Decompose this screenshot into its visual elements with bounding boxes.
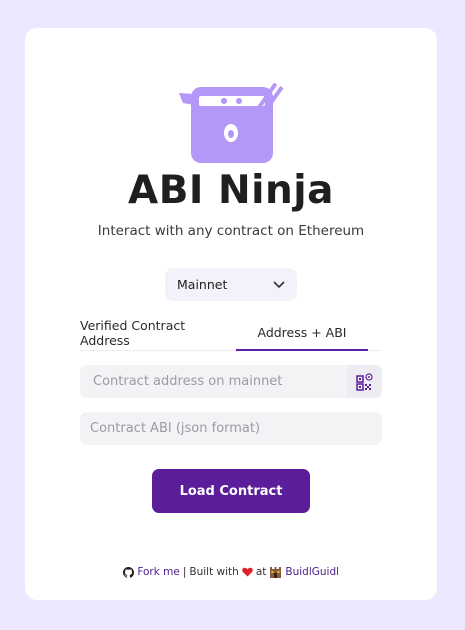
tab-address-abi[interactable]: Address + ABI — [236, 316, 368, 351]
buidlguidl-link[interactable]: BuidlGuidl — [285, 566, 339, 578]
app-title: ABI Ninja — [128, 168, 334, 213]
chevron-down-icon — [273, 280, 285, 288]
app-subtitle: Interact with any contract on Ethereum — [97, 223, 365, 239]
castle-icon — [270, 567, 282, 578]
built-with-text: Built with — [189, 566, 239, 578]
fork-me-label: Fork me — [137, 566, 180, 578]
main-card: ABI Ninja Interact with any contract on … — [25, 28, 437, 600]
footer-separator: | — [182, 566, 187, 578]
contract-abi-input[interactable] — [80, 412, 382, 445]
network-selected-value: Mainnet — [177, 277, 228, 292]
tab-label: Address + ABI — [257, 325, 347, 340]
load-contract-button[interactable]: Load Contract — [152, 469, 310, 513]
footer: Fork me | Built with at BuidlGuidl — [25, 566, 437, 578]
network-select[interactable]: Mainnet — [165, 268, 297, 301]
contract-address-input[interactable] — [80, 365, 382, 398]
qr-scan-button[interactable] — [347, 365, 382, 398]
heart-icon — [242, 567, 253, 577]
github-icon — [122, 566, 134, 578]
fork-me-link[interactable]: Fork me — [122, 566, 180, 578]
tab-verified-contract-address[interactable]: Verified Contract Address — [80, 316, 234, 350]
ninja-logo — [179, 82, 284, 163]
tab-label: Verified Contract Address — [80, 318, 186, 348]
source-tabs: Verified Contract Address Address + ABI — [80, 316, 382, 351]
qr-code-icon — [355, 372, 373, 391]
at-text: at — [255, 566, 267, 578]
